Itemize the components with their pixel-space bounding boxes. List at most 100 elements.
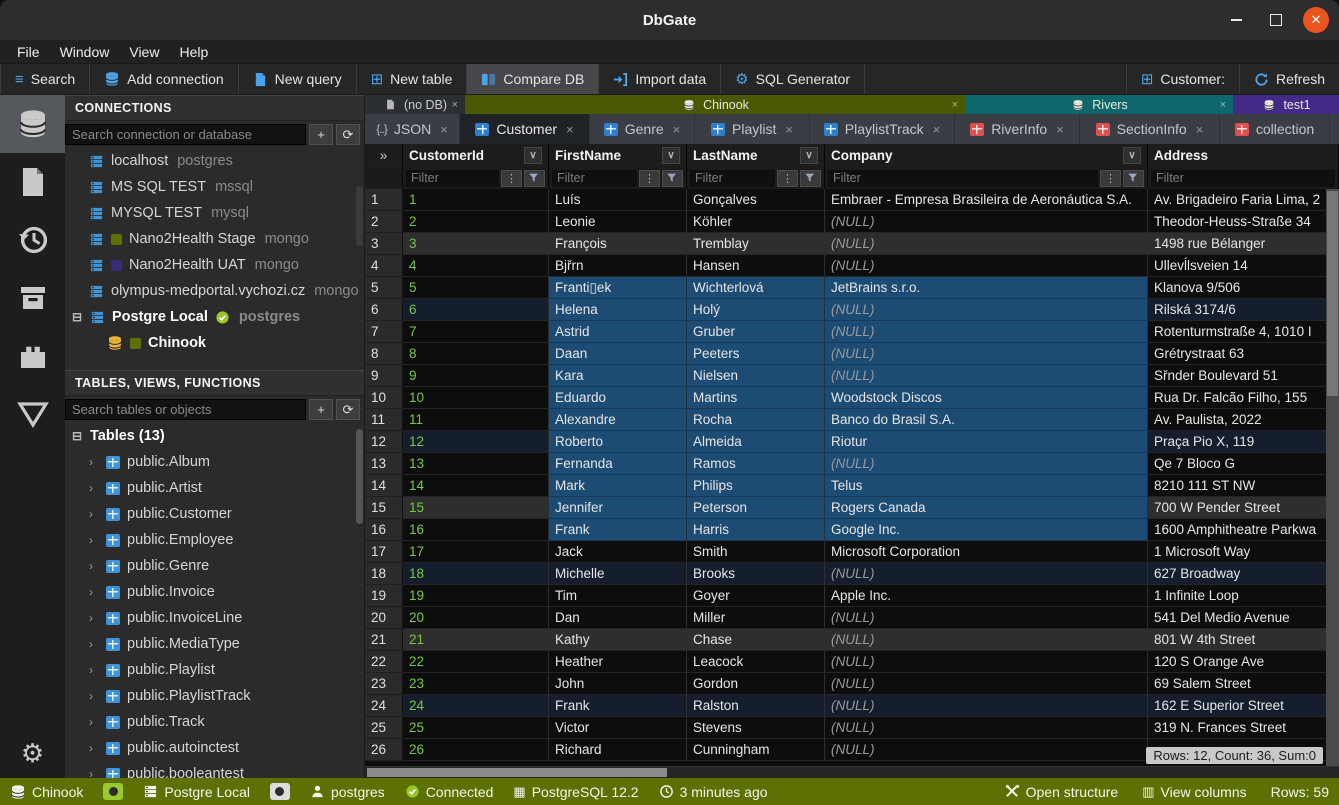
collapse-icon[interactable]: ⊟ xyxy=(71,429,83,443)
cell-firstname[interactable]: Kathy xyxy=(549,629,687,651)
cell-firstname[interactable]: Frank xyxy=(549,695,687,717)
cell-lastname[interactable]: Köhler xyxy=(687,211,825,233)
refresh-tables-button[interactable]: ⟳ xyxy=(336,399,360,420)
cell-company[interactable]: Riotur xyxy=(825,431,1148,453)
cell-company[interactable]: Google Inc. xyxy=(825,519,1148,541)
cell-lastname[interactable]: Martins xyxy=(687,387,825,409)
cell-lastname[interactable]: Chase xyxy=(687,629,825,651)
filter-funnel-icon[interactable] xyxy=(524,170,545,187)
chevron-right-icon[interactable]: › xyxy=(89,585,99,599)
cell-firstname[interactable]: Victor xyxy=(549,717,687,739)
tab-sectioninfo[interactable]: SectionInfo × xyxy=(1080,114,1220,144)
rail-archive-button[interactable] xyxy=(0,269,65,327)
cell-customerid[interactable]: 4 xyxy=(403,255,549,277)
cell-customerid[interactable]: 11 xyxy=(403,409,549,431)
cell-lastname[interactable]: Gordon xyxy=(687,673,825,695)
table-row[interactable]: 24 24 Frank Ralston (NULL) 162 E Superio… xyxy=(365,695,1339,717)
toolbar-customer--button[interactable]: ⊞Customer: xyxy=(1126,64,1239,94)
cell-lastname[interactable]: Brooks xyxy=(687,563,825,585)
cell-customerid[interactable]: 26 xyxy=(403,739,549,761)
table-item[interactable]: › public.PlaylistTrack xyxy=(65,683,364,709)
close-tab-icon[interactable]: × xyxy=(673,122,681,137)
db-tab-Rivers[interactable]: Rivers × xyxy=(965,95,1233,114)
cell-address[interactable]: Rotenturmstraße 4, 1010 I xyxy=(1148,321,1339,343)
chevron-right-icon[interactable]: › xyxy=(89,611,99,625)
cell-firstname[interactable]: Frank xyxy=(549,519,687,541)
cell-firstname[interactable]: John xyxy=(549,673,687,695)
menu-window[interactable]: Window xyxy=(51,42,119,62)
table-row[interactable]: 11 11 Alexandre Rocha Banco do Brasil S.… xyxy=(365,409,1339,431)
add-connection-small-button[interactable]: + xyxy=(309,124,333,145)
cell-company[interactable]: (NULL) xyxy=(825,343,1148,365)
table-item[interactable]: › public.Album xyxy=(65,449,364,475)
color-chip[interactable] xyxy=(270,783,290,800)
toolbar-search-button[interactable]: ≡Search xyxy=(0,64,90,94)
cell-address[interactable]: Klanova 9/506 xyxy=(1148,277,1339,299)
cell-lastname[interactable]: Peterson xyxy=(687,497,825,519)
cell-address[interactable]: 120 S Orange Ave xyxy=(1148,651,1339,673)
db-tab-test1[interactable]: test1 xyxy=(1233,95,1339,114)
cell-customerid[interactable]: 8 xyxy=(403,343,549,365)
cell-address[interactable]: 1498 rue Bélanger xyxy=(1148,233,1339,255)
status-chinook[interactable]: Chinook xyxy=(10,783,83,800)
cell-firstname[interactable]: Fernanda xyxy=(549,453,687,475)
status-postgres[interactable]: postgres xyxy=(310,783,385,800)
cell-customerid[interactable]: 3 xyxy=(403,233,549,255)
status-3-minutes-ago[interactable]: 3 minutes ago xyxy=(659,783,768,800)
chevron-right-icon[interactable]: › xyxy=(89,559,99,573)
close-tab-icon[interactable]: × xyxy=(1056,122,1064,137)
cell-customerid[interactable]: 23 xyxy=(403,673,549,695)
table-row[interactable]: 25 25 Victor Stevens (NULL) 319 N. Franc… xyxy=(365,717,1339,739)
cell-customerid[interactable]: 6 xyxy=(403,299,549,321)
table-row[interactable]: 8 8 Daan Peeters (NULL) Grétrystraat 63 xyxy=(365,343,1339,365)
tables-search-input[interactable] xyxy=(65,399,306,420)
cell-company[interactable]: (NULL) xyxy=(825,233,1148,255)
cell-customerid[interactable]: 18 xyxy=(403,563,549,585)
table-row[interactable]: 23 23 John Gordon (NULL) 69 Salem Street xyxy=(365,673,1339,695)
cell-address[interactable]: Sřnder Boulevard 51 xyxy=(1148,365,1339,387)
cell-firstname[interactable]: Mark xyxy=(549,475,687,497)
cell-firstname[interactable]: Eduardo xyxy=(549,387,687,409)
filter-menu-icon[interactable]: ⋮ xyxy=(501,170,522,187)
rail-connections-button[interactable] xyxy=(0,95,65,153)
table-item[interactable]: › public.autoinctest xyxy=(65,735,364,761)
cell-lastname[interactable]: Stevens xyxy=(687,717,825,739)
cell-company[interactable]: (NULL) xyxy=(825,453,1148,475)
connection-item[interactable]: olympus-medportal.vychozi.cz mongo xyxy=(65,278,364,304)
cell-firstname[interactable]: Roberto xyxy=(549,431,687,453)
chevron-right-icon[interactable]: › xyxy=(89,767,99,778)
cell-company[interactable]: (NULL) xyxy=(825,673,1148,695)
status-connected[interactable]: Connected xyxy=(405,783,494,800)
table-row[interactable]: 5 5 Franti▯ek Wichterlová JetBrains s.r.… xyxy=(365,277,1339,299)
table-item[interactable]: › public.MediaType xyxy=(65,631,364,657)
cell-firstname[interactable]: Astrid xyxy=(549,321,687,343)
table-item[interactable]: › public.booleantest xyxy=(65,761,364,778)
table-row[interactable]: 21 21 Kathy Chase (NULL) 801 W 4th Stree… xyxy=(365,629,1339,651)
table-item[interactable]: › public.Playlist xyxy=(65,657,364,683)
column-header-customerid[interactable]: CustomerId ∨ xyxy=(403,144,549,167)
cell-customerid[interactable]: 2 xyxy=(403,211,549,233)
menu-help[interactable]: Help xyxy=(170,42,217,62)
tab-genre[interactable]: Genre × xyxy=(590,114,695,144)
cell-company[interactable]: (NULL) xyxy=(825,299,1148,321)
chevron-right-icon[interactable]: › xyxy=(89,533,99,547)
cell-address[interactable]: Ullevĺlsveien 14 xyxy=(1148,255,1339,277)
connections-scrollbar[interactable] xyxy=(356,186,363,246)
filter-menu-icon[interactable]: ⋮ xyxy=(639,170,660,187)
close-button[interactable]: ✕ xyxy=(1303,7,1329,33)
cell-customerid[interactable]: 9 xyxy=(403,365,549,387)
cell-company[interactable]: (NULL) xyxy=(825,365,1148,387)
filter-menu-icon[interactable]: ⋮ xyxy=(1100,170,1121,187)
cell-firstname[interactable]: Jennifer xyxy=(549,497,687,519)
toolbar-import-data-button[interactable]: Import data xyxy=(599,64,721,94)
cell-customerid[interactable]: 17 xyxy=(403,541,549,563)
connection-item[interactable]: localhost postgres xyxy=(65,148,364,174)
cell-firstname[interactable]: Bjřrn xyxy=(549,255,687,277)
cell-address[interactable]: 69 Salem Street xyxy=(1148,673,1339,695)
status-postgresql-12-2[interactable]: ▦PostgreSQL 12.2 xyxy=(513,783,638,800)
cell-customerid[interactable]: 10 xyxy=(403,387,549,409)
table-item[interactable]: › public.Employee xyxy=(65,527,364,553)
cell-lastname[interactable]: Wichterlová xyxy=(687,277,825,299)
cell-address[interactable]: 541 Del Medio Avenue xyxy=(1148,607,1339,629)
cell-company[interactable]: (NULL) xyxy=(825,695,1148,717)
